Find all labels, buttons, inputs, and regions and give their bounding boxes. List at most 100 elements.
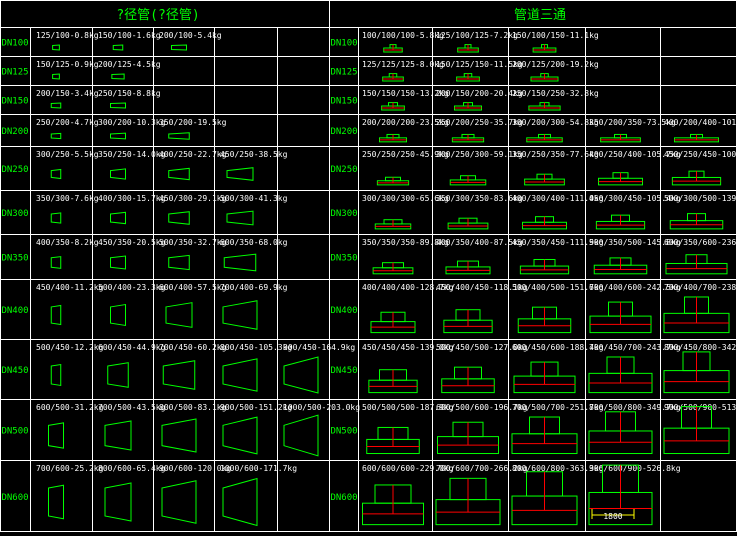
dn-label-right: DN250 — [330, 165, 357, 175]
tee-label: 350/250/350-77.6kg — [512, 150, 599, 159]
tee-cell: 400/200/400-101.2kg — [664, 118, 737, 143]
reducer-cell: 300/200-10.3kg — [98, 118, 166, 140]
row-dn350: DN350 DN350 400/350-8.2kg 450/350-20.5kg500… — [1, 238, 737, 275]
tee-cell: 800/600/800-363.3kg — [511, 464, 604, 526]
reducer-shape — [110, 211, 126, 225]
reducer-label: 400/300-15.7kg — [98, 194, 166, 203]
reducer-shape — [171, 44, 187, 51]
tee-label: 150/125/150-11.5kg — [436, 60, 523, 69]
tee-label: 800/450/800-342.7kg — [664, 343, 737, 352]
reducer-cell: 125/100-0.8kg — [36, 31, 99, 51]
reducer-label: 250/200-4.7kg — [36, 118, 99, 127]
row-dn500: DN500 DN500 600/500-31.2kg700/500-43.5kg80… — [1, 403, 737, 457]
tee-shape — [530, 73, 559, 82]
reducer-cell: 250/150-8.8kg — [98, 89, 161, 109]
row-dn600: DN600 DN600700/600-25.2kg800/600-65.4kg90… — [1, 464, 681, 527]
row-dn125: DN125 DN125 150/125-0.9kg 200/125-4.5kg 125/… — [1, 60, 599, 82]
dn-label-left: DN400 — [1, 306, 28, 316]
reducer-cell: 200/150-3.4kg — [36, 89, 99, 109]
dimension-label: 1800 — [603, 512, 622, 521]
tee-shape — [445, 260, 491, 275]
tee-label: 450/250/450-100.8kg — [664, 150, 737, 159]
reducer-shape — [111, 73, 125, 80]
table-content: DN100 DN100125/100-0.8kg 150/100-1.6kg200/… — [1, 31, 737, 527]
reducer-label: 400/250-22.7kg — [159, 150, 227, 159]
tee-cell: 200/150/200-20.4kg — [436, 89, 523, 111]
dn-label-right: DN200 — [330, 127, 357, 137]
reducer-shape — [110, 255, 126, 270]
tee-shape — [589, 301, 652, 334]
row-dn200: DN200 DN200250/200-4.7kg 300/200-10.3kg350… — [1, 118, 737, 143]
reducer-shape — [283, 356, 319, 394]
dn-label-left: DN600 — [1, 493, 28, 503]
reducer-label: 800/450-105.3kg — [220, 343, 292, 352]
reducer-cell: 800/450-105.3kg — [220, 343, 292, 392]
reducer-label: 450/300-29.1kg — [159, 194, 227, 203]
reducer-label: 700/450-60.2kg — [159, 343, 227, 352]
tee-shape — [381, 102, 405, 111]
tee-cell: 350/200/350-73.5kg — [589, 118, 676, 143]
tee-shape — [437, 421, 499, 455]
tee-shape — [447, 217, 489, 230]
reducer-shape — [283, 414, 319, 457]
reducer-label: 300/250-5.5kg — [36, 150, 99, 159]
reducer-shape — [52, 44, 60, 51]
tee-label: 600/350/600-236.8kg — [664, 238, 737, 247]
reducer-label: 600/400-57.5kg — [159, 283, 227, 292]
tee-label: 200/125/200-19.2kg — [512, 60, 599, 69]
dn-label-left: DN125 — [1, 68, 28, 78]
reducer-label: 200/150-3.4kg — [36, 89, 99, 98]
tee-label: 900/500/900-513.7kg — [664, 403, 737, 412]
reducer-shape — [50, 102, 62, 109]
reducer-label: 600/350-68.0kg — [220, 238, 288, 247]
reducer-shape — [50, 212, 62, 224]
dn-label-right: DN125 — [330, 68, 357, 78]
reducer-label: 500/400-23.3kg — [98, 283, 166, 292]
reducer-shape — [110, 102, 126, 109]
reducer-shape — [222, 477, 258, 527]
reducer-cell: 700/600-25.2kg — [36, 464, 104, 520]
reducer-shape — [112, 44, 124, 51]
reducer-label: 700/600-25.2kg — [36, 464, 104, 473]
tee-shape — [663, 406, 730, 455]
tee-cell: 150/125/150-11.5kg — [436, 60, 523, 82]
reducer-label: 500/350-32.7kg — [159, 238, 227, 247]
reducer-label: 300/200-10.3kg — [98, 118, 166, 127]
reducer-shape — [48, 422, 64, 449]
reducer-cell: 350/200-19.5kg — [159, 118, 227, 140]
tee-cell: 900/500/900-513.7kg — [663, 403, 737, 455]
tee-shape — [595, 214, 646, 230]
tee-shape — [372, 262, 414, 275]
reducer-cell: 250/200-4.7kg — [36, 118, 99, 140]
tee-shape — [513, 361, 576, 394]
reducer-label: 1000/600-171.7kg — [220, 464, 297, 473]
reducer-cell: 800/600-65.4kg — [98, 464, 166, 522]
tee-label: 700/400/700-238.7kg — [664, 283, 737, 292]
tee-cell: 300/250/300-59.1kg — [436, 150, 523, 186]
tee-cell: 350/300/350-83.6kg — [436, 194, 523, 230]
reducer-cell: 1000/600-171.7kg — [220, 464, 297, 527]
reducer-label: 500/300-41.3kg — [220, 194, 288, 203]
reducer-shape — [162, 360, 196, 390]
tee-shape — [374, 219, 412, 230]
tee-label: 100/100/100-5.8kg — [362, 31, 444, 40]
tee-shape — [441, 366, 495, 394]
dn-label-right: DN300 — [330, 209, 357, 219]
tee-shape — [519, 258, 570, 275]
reducer-cell: 350/250-14.0kg — [98, 150, 166, 180]
reducer-cell: 800/500-83.1kg — [159, 403, 227, 453]
reducer-cell: 500/450-12.2kg — [36, 343, 104, 387]
row-dn150: DN150 DN150200/150-3.4kg 250/150-8.8kg 150/… — [1, 89, 599, 111]
tee-shape — [517, 306, 572, 334]
reducer-shape — [168, 254, 190, 271]
reducer-label: 400/350-8.2kg — [36, 238, 99, 247]
reducer-label: 500/450-12.2kg — [36, 343, 104, 352]
tee-shape — [663, 296, 730, 334]
tee-cell: 100/100/100-5.8kg — [362, 31, 444, 53]
reducer-label: 350/200-19.5kg — [159, 118, 227, 127]
tee-shape — [598, 172, 643, 186]
tee-label: 250/150/250-32.8kg — [512, 89, 599, 98]
tee-cell: 700/600/700-266.2kg — [435, 464, 528, 526]
reducer-label: 350/300-7.6kg — [36, 194, 99, 203]
tee-label: 300/200/300-54.8kg — [512, 118, 599, 127]
